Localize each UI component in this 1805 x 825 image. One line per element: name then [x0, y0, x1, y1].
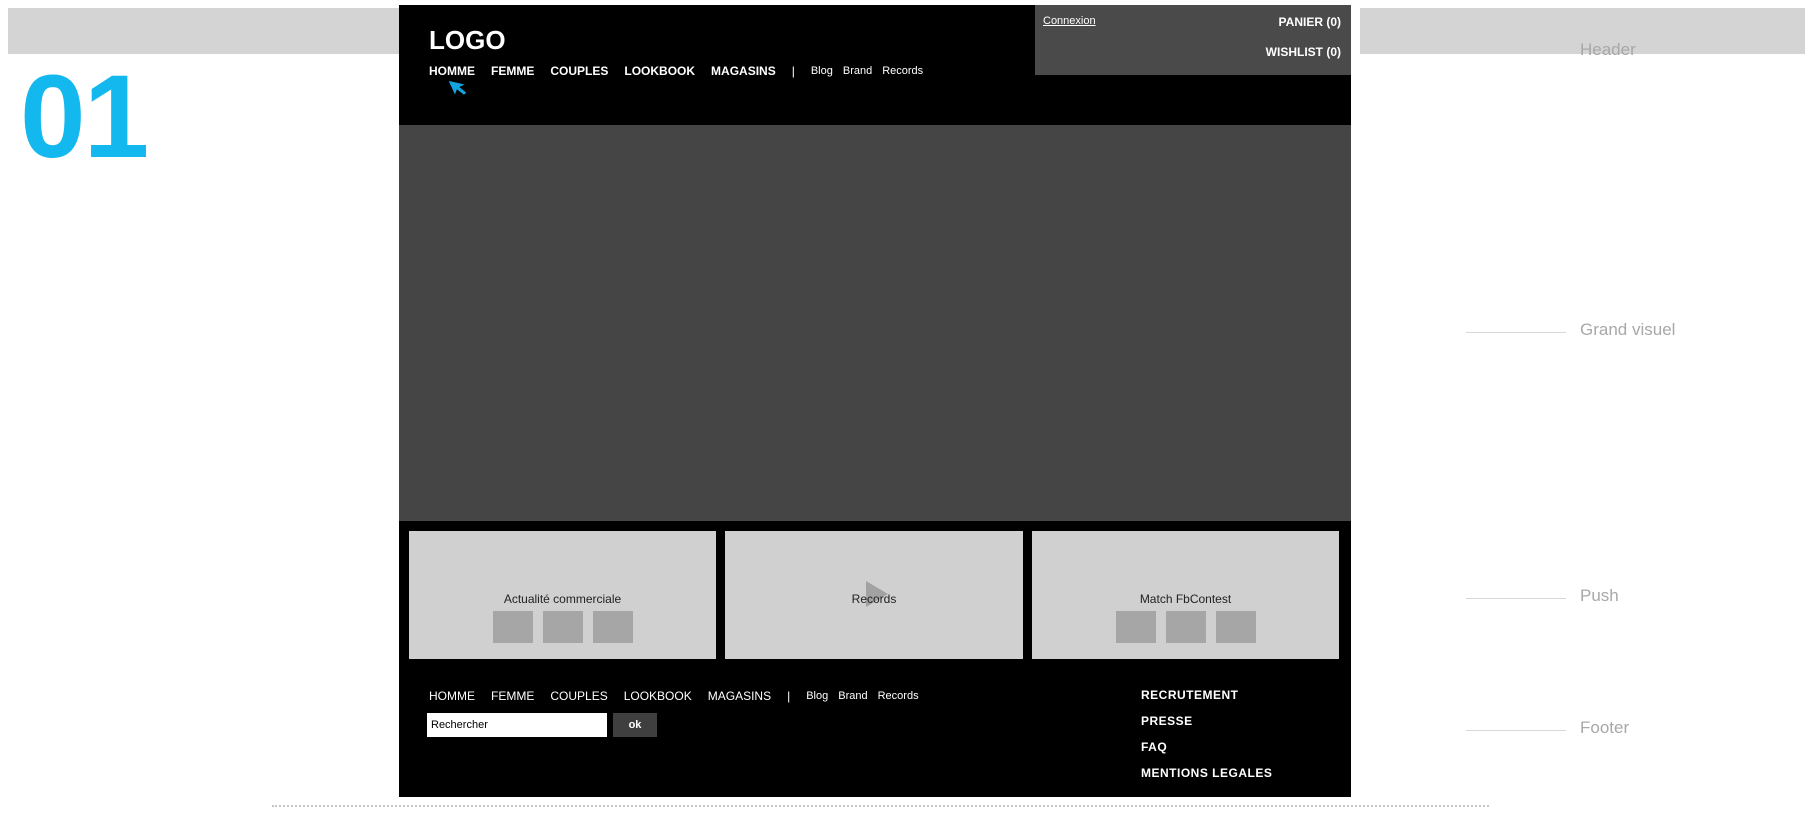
- footer-nav-item-magasins[interactable]: MAGASINS: [708, 689, 771, 703]
- search-input[interactable]: [427, 713, 607, 737]
- push-thumb[interactable]: [1215, 611, 1256, 643]
- push-label: Records: [851, 592, 897, 606]
- footer-nav-item-records[interactable]: Records: [878, 690, 919, 702]
- pointer-cursor-icon: [449, 80, 467, 95]
- footer-link-faq[interactable]: FAQ: [1141, 740, 1272, 766]
- footer-nav-item-homme[interactable]: HOMME: [429, 689, 475, 703]
- hero-visual[interactable]: [399, 125, 1351, 521]
- footer-nav: HOMME FEMME COUPLES LOOKBOOK MAGASINS | …: [429, 689, 929, 703]
- annotation-line-hero: [1466, 332, 1566, 333]
- nav-item-blog[interactable]: Blog: [811, 65, 833, 77]
- annotation-hero: Grand visuel: [1580, 320, 1676, 339]
- nav-item-couples[interactable]: COUPLES: [550, 64, 608, 78]
- nav-item-lookbook[interactable]: LOOKBOOK: [624, 64, 695, 78]
- push-actualite[interactable]: Actualité commerciale: [409, 531, 716, 659]
- wireframe-page: LOGO HOMME FEMME COUPLES LOOKBOOK MAGASI…: [399, 5, 1351, 797]
- footer-nav-item-brand[interactable]: Brand: [838, 690, 867, 702]
- push-thumb[interactable]: [1115, 611, 1156, 643]
- annotation-footer: Footer: [1580, 718, 1630, 737]
- cart-link[interactable]: PANIER (0): [1279, 15, 1341, 29]
- push-thumb[interactable]: [492, 611, 533, 643]
- footer-nav-item-couples[interactable]: COUPLES: [550, 689, 607, 703]
- step-number: 01: [20, 51, 149, 183]
- footer-nav-item-femme[interactable]: FEMME: [491, 689, 534, 703]
- nav-item-records[interactable]: Records: [882, 65, 923, 77]
- bottom-dotted-divider: [272, 805, 1489, 807]
- push-thumbs: [1032, 611, 1339, 643]
- annotation-line-push: [1466, 598, 1566, 599]
- nav-item-magasins[interactable]: MAGASINS: [711, 64, 776, 78]
- logo[interactable]: LOGO: [429, 25, 506, 56]
- nav-separator: |: [791, 64, 795, 78]
- annotation-header: Header: [1580, 40, 1636, 59]
- footer-nav-item-lookbook[interactable]: LOOKBOOK: [624, 689, 692, 703]
- wishlist-link[interactable]: WISHLIST (0): [1266, 45, 1341, 59]
- nav-item-brand[interactable]: Brand: [843, 65, 872, 77]
- annotation-line-footer: [1466, 730, 1566, 731]
- push-thumb[interactable]: [592, 611, 633, 643]
- annotation-push: Push: [1580, 586, 1619, 605]
- push-thumb[interactable]: [1165, 611, 1206, 643]
- push-records[interactable]: Records: [725, 531, 1023, 659]
- push-label: Actualité commerciale: [503, 592, 622, 606]
- footer-link-recrutement[interactable]: RECRUTEMENT: [1141, 688, 1272, 714]
- push-thumbs: [409, 611, 716, 643]
- header-nav: HOMME FEMME COUPLES LOOKBOOK MAGASINS | …: [429, 64, 933, 78]
- search-ok-button[interactable]: ok: [613, 713, 657, 737]
- account-box: Connexion PANIER (0) WISHLIST (0): [1035, 5, 1351, 75]
- footer-link-presse[interactable]: PRESSE: [1141, 714, 1272, 740]
- footer-link-mentions-legales[interactable]: MENTIONS LEGALES: [1141, 766, 1272, 792]
- push-fbcontest[interactable]: Match FbContest: [1032, 531, 1339, 659]
- header-guide-bar-left: [8, 8, 400, 54]
- footer-nav-item-blog[interactable]: Blog: [806, 690, 828, 702]
- login-link[interactable]: Connexion: [1043, 15, 1096, 27]
- footer-links: RECRUTEMENT PRESSE FAQ MENTIONS LEGALES: [1141, 688, 1272, 792]
- push-thumb[interactable]: [542, 611, 583, 643]
- push-label: Match FbContest: [1139, 592, 1232, 606]
- nav-item-femme[interactable]: FEMME: [491, 64, 534, 78]
- footer-nav-separator: |: [787, 689, 791, 703]
